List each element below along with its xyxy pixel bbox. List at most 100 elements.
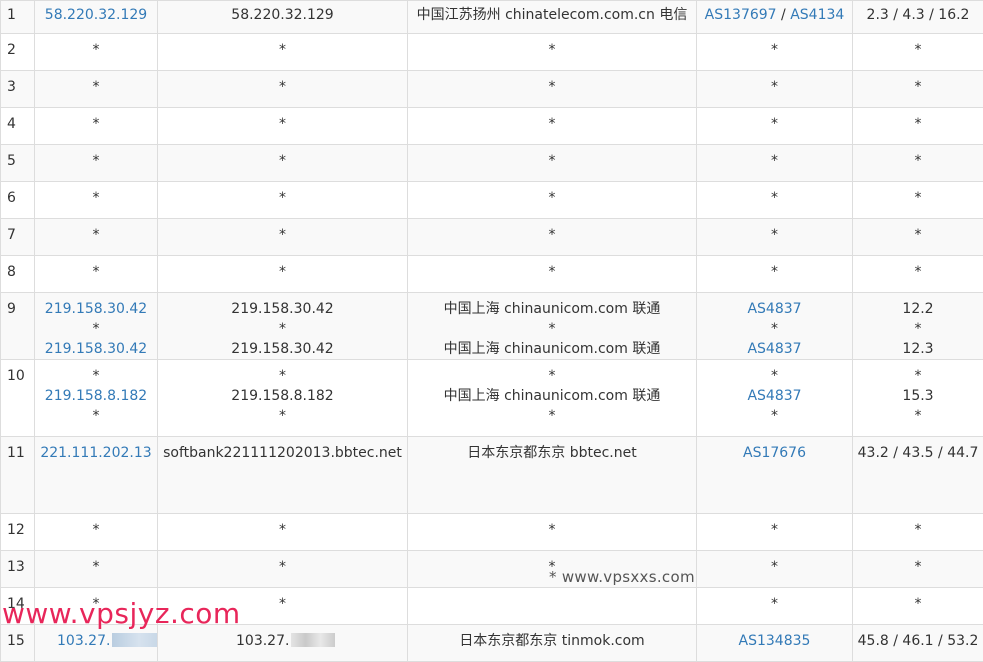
hop-number-label: 4 (7, 114, 32, 134)
as-cell: * (697, 219, 853, 256)
as-cell: AS4837 * AS4837 (697, 293, 853, 360)
ip-cell: * (35, 71, 158, 108)
as-line: * (699, 557, 850, 577)
hostname-text: * (160, 151, 405, 171)
hostname-cell: * (158, 145, 408, 182)
as-link: * (771, 264, 778, 280)
latency-text: 45.8 / 46.1 / 53.2 (855, 631, 981, 651)
ip-link[interactable]: 219.158.30.42 (37, 339, 155, 359)
location-cell: 中国江苏扬州 chinatelecom.com.cn 电信 (408, 1, 697, 34)
as-link[interactable]: AS4837 (747, 301, 801, 317)
hop-row: 7***** (1, 219, 983, 256)
as-line: AS4837 (699, 386, 850, 406)
location-text: * (410, 366, 694, 386)
ip-link: * (37, 406, 155, 426)
hostname-cell: 103.27. (158, 625, 408, 662)
hostname-text: 219.158.30.42 (160, 339, 405, 359)
hostname-cell: * (158, 108, 408, 145)
redacted-ip-blur (112, 633, 157, 647)
as-link[interactable]: AS137697 (705, 7, 777, 23)
as-link[interactable]: AS4134 (790, 7, 844, 23)
as-line: * (699, 151, 850, 171)
hostname-cell: 58.220.32.129 (158, 1, 408, 34)
hostname-text: * (160, 520, 405, 540)
traceroute-table: 158.220.32.12958.220.32.129中国江苏扬州 chinat… (0, 0, 983, 662)
hop-number: 4 (1, 108, 35, 145)
hop-number: 5 (1, 145, 35, 182)
as-link: * (771, 79, 778, 95)
hop-number: 14 (1, 588, 35, 625)
hostname-text: * (160, 114, 405, 134)
latency-cell: 2.3 / 4.3 / 16.2 (853, 1, 983, 34)
hop-number: 2 (1, 34, 35, 71)
hop-number-label: 8 (7, 262, 32, 282)
hop-number-label: 10 (7, 366, 32, 386)
as-cell: AS137697 / AS4134 (697, 1, 853, 34)
location-cell: * (408, 34, 697, 71)
ip-link: * (37, 225, 155, 245)
ip-link: * (37, 114, 155, 134)
location-text: * (410, 151, 694, 171)
latency-text: * (855, 77, 981, 97)
hop-number: 8 (1, 256, 35, 293)
hop-number: 7 (1, 219, 35, 256)
as-link: * (771, 116, 778, 132)
latency-text: * (855, 151, 981, 171)
latency-text: * (855, 40, 981, 60)
as-link[interactable]: AS17676 (743, 445, 806, 461)
ip-cell: 58.220.32.129 (35, 1, 158, 34)
hop-number-label: 14 (7, 594, 32, 614)
as-line: AS137697 / AS4134 (699, 5, 850, 25)
as-link[interactable]: AS4837 (747, 341, 801, 357)
latency-text: 2.3 / 4.3 / 16.2 (855, 5, 981, 25)
hostname-cell: 219.158.30.42*219.158.30.42 (158, 293, 408, 360)
ip-link[interactable]: 219.158.8.182 (37, 386, 155, 406)
ip-link: * (37, 77, 155, 97)
hop-number-label: 12 (7, 520, 32, 540)
latency-cell: 12.2*12.3 (853, 293, 983, 360)
hop-number-label: 1 (7, 5, 32, 25)
latency-text: * (855, 225, 981, 245)
hostname-text: * (160, 366, 405, 386)
hostname-text: * (160, 188, 405, 208)
location-text: * (410, 77, 694, 97)
hop-number: 1 (1, 1, 35, 34)
as-line: * (699, 594, 850, 614)
location-cell: * (408, 108, 697, 145)
ip-cell: *219.158.8.182* (35, 360, 158, 437)
as-link: * (771, 321, 778, 337)
latency-cell: 45.8 / 46.1 / 53.2 (853, 625, 983, 662)
as-cell: * (697, 182, 853, 219)
as-line: AS134835 (699, 631, 850, 651)
ip-link: * (37, 520, 155, 540)
location-text: 中国上海 chinaunicom.com 联通 (410, 299, 694, 319)
hostname-text: * (160, 262, 405, 282)
as-line: * (699, 40, 850, 60)
ip-link[interactable]: 58.220.32.129 (37, 5, 155, 25)
ip-link[interactable]: 103.27. (57, 633, 110, 649)
hostname-text: * (160, 77, 405, 97)
ip-link[interactable]: 221.111.202.13 (37, 443, 155, 463)
hostname-cell: * (158, 256, 408, 293)
as-link[interactable]: AS134835 (739, 633, 811, 649)
hop-number: 10 (1, 360, 35, 437)
as-cell: * (697, 71, 853, 108)
location-text (410, 594, 694, 614)
ip-link: * (37, 594, 155, 614)
latency-cell: * (853, 71, 983, 108)
as-link: * (771, 153, 778, 169)
latency-cell: 43.2 / 43.5 / 44.7 (853, 437, 983, 514)
as-link: * (771, 408, 778, 424)
as-link: * (771, 596, 778, 612)
hop-row: 158.220.32.12958.220.32.129中国江苏扬州 chinat… (1, 1, 983, 34)
location-cell: * (408, 71, 697, 108)
hop-row: 3***** (1, 71, 983, 108)
as-cell: * (697, 108, 853, 145)
ip-link[interactable]: 219.158.30.42 (37, 299, 155, 319)
location-cell (408, 588, 697, 625)
location-text: * (410, 406, 694, 426)
as-link[interactable]: AS4837 (747, 388, 801, 404)
location-cell: * (408, 145, 697, 182)
latency-text: 43.2 / 43.5 / 44.7 (855, 443, 981, 463)
as-separator: / (777, 7, 791, 23)
